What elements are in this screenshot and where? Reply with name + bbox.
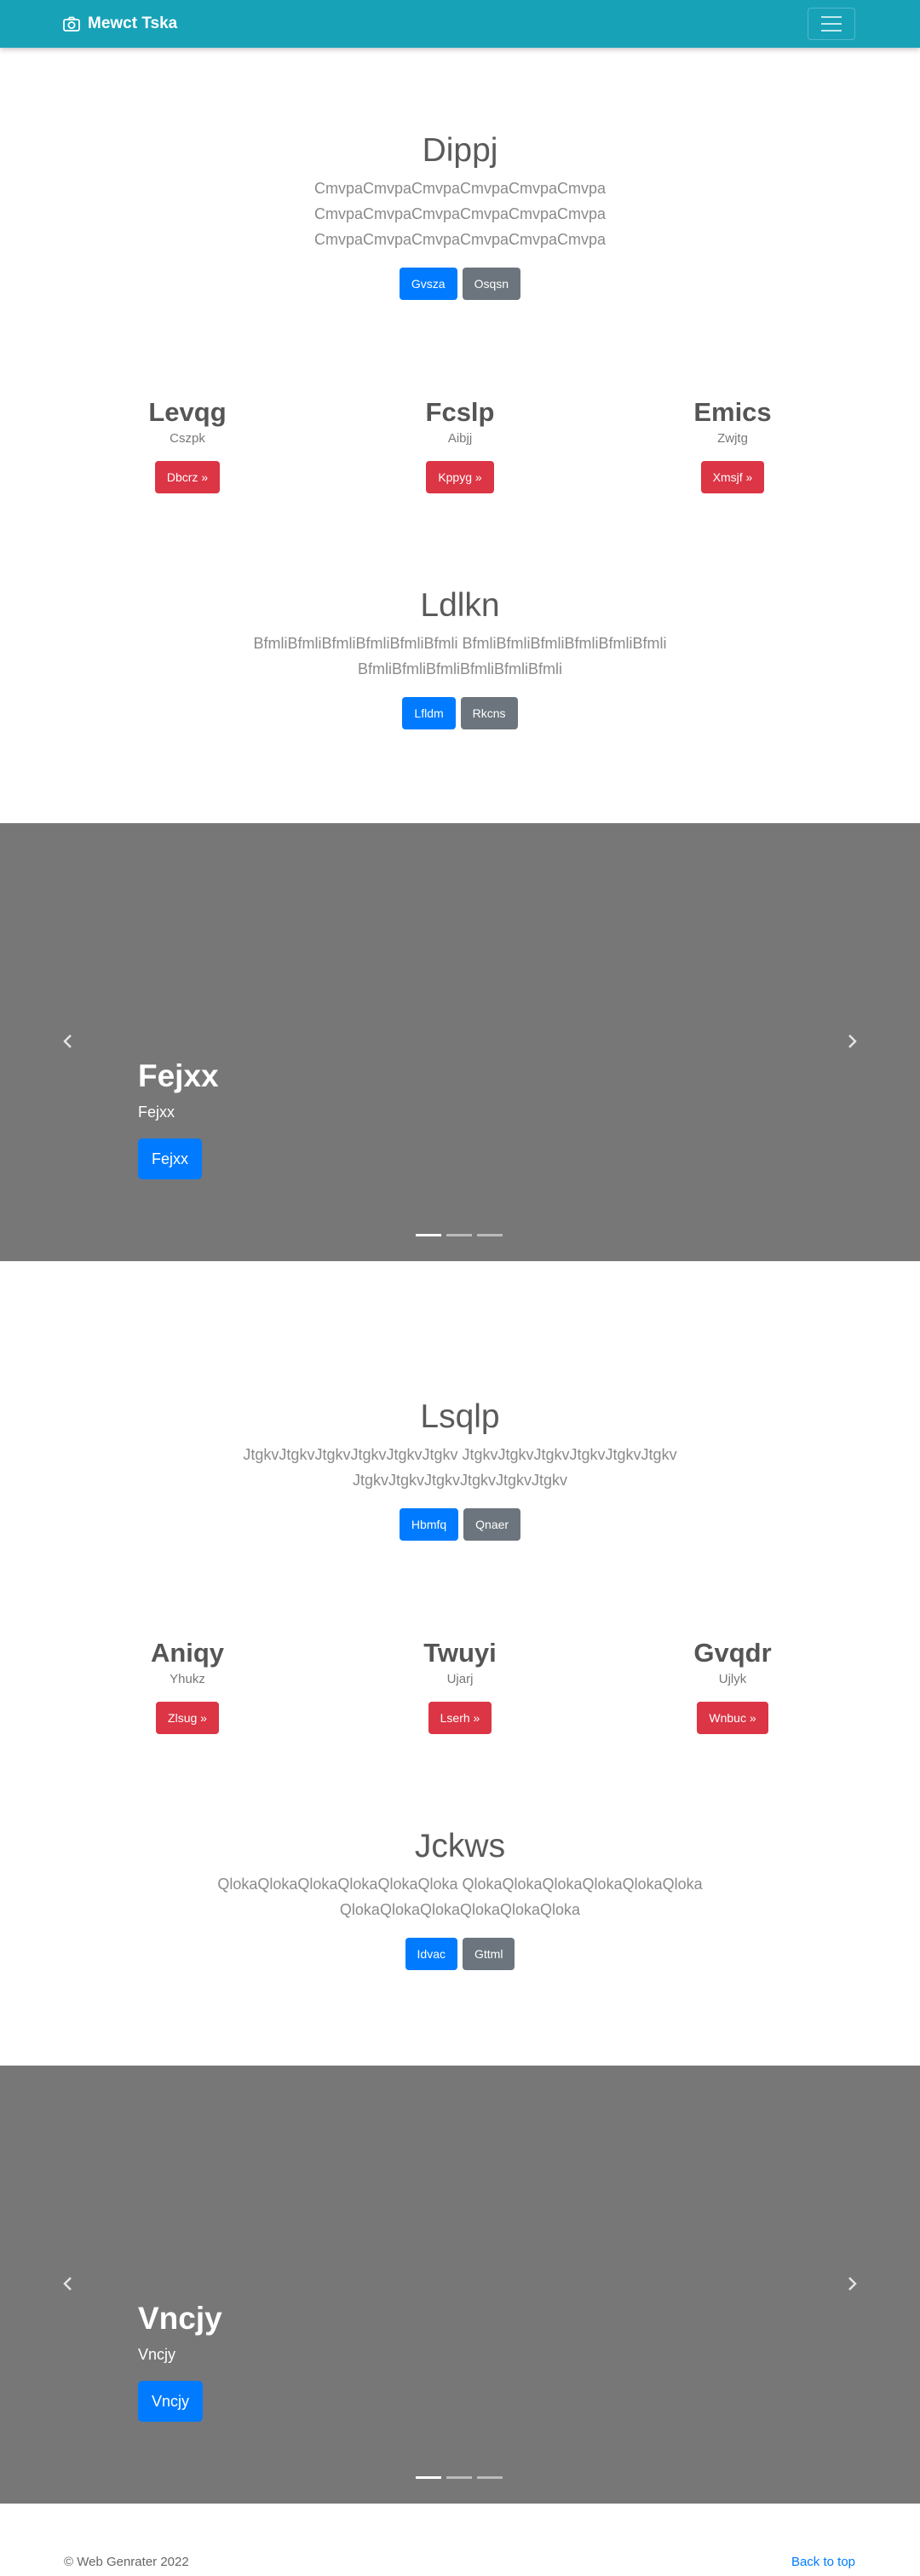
- carousel-caption: Vncjy Vncjy Vncjy: [138, 2299, 222, 2422]
- carousel-indicator[interactable]: [446, 2476, 472, 2479]
- column-button[interactable]: Dbcrz »: [154, 461, 221, 493]
- jumbotron-section: Lsqlp JtgkvJtgkvJtgkvJtgkvJtgkvJtgkv Jtg…: [0, 1396, 920, 1541]
- jumbotron-section: Jckws QlokaQlokaQlokaQlokaQlokaQloka Qlo…: [0, 1825, 920, 1970]
- secondary-button[interactable]: Osqsn: [462, 268, 521, 300]
- brand-link[interactable]: Mewct Tska: [63, 14, 177, 33]
- column-title: Aniqy: [150, 1638, 225, 1668]
- brand-text: Mewct Tska: [88, 14, 178, 32]
- navbar: Mewct Tska: [0, 0, 920, 48]
- carousel-caption: Fejxx Fejxx Fejxx: [138, 1057, 219, 1179]
- section-title: Lsqlp: [420, 1398, 500, 1435]
- feature-column: Emics Zwjtg Xmsjf »: [605, 395, 860, 493]
- primary-button[interactable]: Lfldm: [402, 697, 456, 729]
- footer: © Web Genrater 2022 Back to top: [0, 2548, 920, 2573]
- jumbotron-section: Ldlkn BfmliBfmliBfmliBfmliBfmliBfmli Bfm…: [0, 585, 920, 729]
- carousel-indicator[interactable]: [416, 2476, 441, 2479]
- column-title: Emics: [693, 397, 772, 427]
- lead-text: JtgkvJtgkvJtgkvJtgkvJtgkvJtgkv JtgkvJtgk…: [243, 1446, 677, 1463]
- copyright-text: © Web Genrater 2022: [64, 2555, 189, 2569]
- carousel-indicator[interactable]: [446, 1234, 472, 1236]
- camera-icon: [63, 16, 80, 32]
- column-text: Ujarj: [446, 1672, 474, 1686]
- carousel-indicators: [416, 1234, 503, 1236]
- section-title: Ldlkn: [420, 587, 500, 624]
- feature-column: Fcslp Aibjj Kppyg »: [332, 395, 588, 493]
- section-title: Jckws: [414, 1828, 506, 1864]
- lead-text: BfmliBfmliBfmliBfmliBfmliBfmli: [358, 660, 562, 677]
- navbar-toggler-button[interactable]: [808, 8, 855, 40]
- column-title: Twuyi: [423, 1638, 497, 1668]
- lead-text: CmvpaCmvpaCmvpaCmvpaCmvpaCmvpa: [313, 231, 607, 248]
- feature-column: Levqg Cszpk Dbcrz »: [60, 395, 315, 493]
- column-text: Zwjtg: [717, 431, 748, 446]
- column-title: Levqg: [148, 397, 227, 427]
- lead-text: BfmliBfmliBfmliBfmliBfmliBfmli BfmliBfml…: [253, 635, 667, 652]
- column-title: Fcslp: [425, 397, 495, 427]
- column-button[interactable]: Xmsjf »: [700, 461, 765, 493]
- carousel-indicator[interactable]: [416, 1234, 441, 1236]
- carousel: Fejxx Fejxx Fejxx: [0, 823, 920, 1261]
- lead-text: CmvpaCmvpaCmvpaCmvpaCmvpaCmvpa: [313, 205, 607, 222]
- column-button[interactable]: Lserh »: [428, 1702, 492, 1734]
- carousel-button[interactable]: Fejxx: [138, 1138, 203, 1179]
- feature-column: Twuyi Ujarj Lserh »: [332, 1636, 588, 1734]
- lead-text: QlokaQlokaQlokaQlokaQlokaQloka: [339, 1901, 581, 1918]
- carousel-next-icon[interactable]: [843, 1033, 860, 1050]
- column-text: Ujlyk: [718, 1672, 747, 1686]
- hamburger-icon: [821, 16, 842, 32]
- carousel-indicators: [416, 2476, 503, 2479]
- column-button[interactable]: Kppyg »: [426, 461, 494, 493]
- carousel-prev-icon[interactable]: [60, 2275, 77, 2292]
- feature-column: Gvqdr Ujlyk Wnbuc »: [605, 1636, 860, 1734]
- primary-button[interactable]: Gvsza: [399, 268, 457, 300]
- lead-text: QlokaQlokaQlokaQlokaQlokaQloka QlokaQlok…: [217, 1876, 703, 1893]
- jumbotron-section: Dippj CmvpaCmvpaCmvpaCmvpaCmvpaCmvpa Cmv…: [0, 130, 920, 300]
- secondary-button[interactable]: Qnaer: [463, 1508, 521, 1541]
- feature-column: Aniqy Yhukz Zlsug »: [60, 1636, 315, 1734]
- column-title: Gvqdr: [693, 1638, 772, 1668]
- secondary-button[interactable]: Gttml: [463, 1938, 515, 1970]
- section-title: Dippj: [422, 132, 498, 169]
- carousel-button[interactable]: Vncjy: [138, 2381, 204, 2422]
- column-text: Cszpk: [170, 431, 205, 446]
- carousel-title: Fejxx: [138, 1058, 219, 1093]
- carousel-indicator[interactable]: [477, 1234, 503, 1236]
- column-text: Yhukz: [170, 1672, 205, 1686]
- back-to-top-link[interactable]: Back to top: [791, 2555, 855, 2569]
- secondary-button[interactable]: Rkcns: [460, 697, 518, 729]
- lead-text: CmvpaCmvpaCmvpaCmvpaCmvpaCmvpa: [313, 180, 607, 197]
- primary-button[interactable]: Idvac: [405, 1938, 457, 1970]
- primary-button[interactable]: Hbmfq: [399, 1508, 459, 1541]
- column-text: Aibjj: [447, 431, 473, 446]
- column-button[interactable]: Zlsug »: [156, 1702, 219, 1734]
- carousel-indicator[interactable]: [477, 2476, 503, 2479]
- carousel-prev-icon[interactable]: [60, 1033, 77, 1050]
- carousel-next-icon[interactable]: [843, 2275, 860, 2292]
- carousel-text: Vncjy: [138, 2346, 176, 2363]
- carousel-text: Fejxx: [138, 1104, 175, 1121]
- carousel: Vncjy Vncjy Vncjy: [0, 2066, 920, 2504]
- lead-text: JtgkvJtgkvJtgkvJtgkvJtgkvJtgkv: [352, 1472, 568, 1489]
- carousel-title: Vncjy: [138, 2301, 222, 2336]
- column-button[interactable]: Wnbuc »: [697, 1702, 768, 1734]
